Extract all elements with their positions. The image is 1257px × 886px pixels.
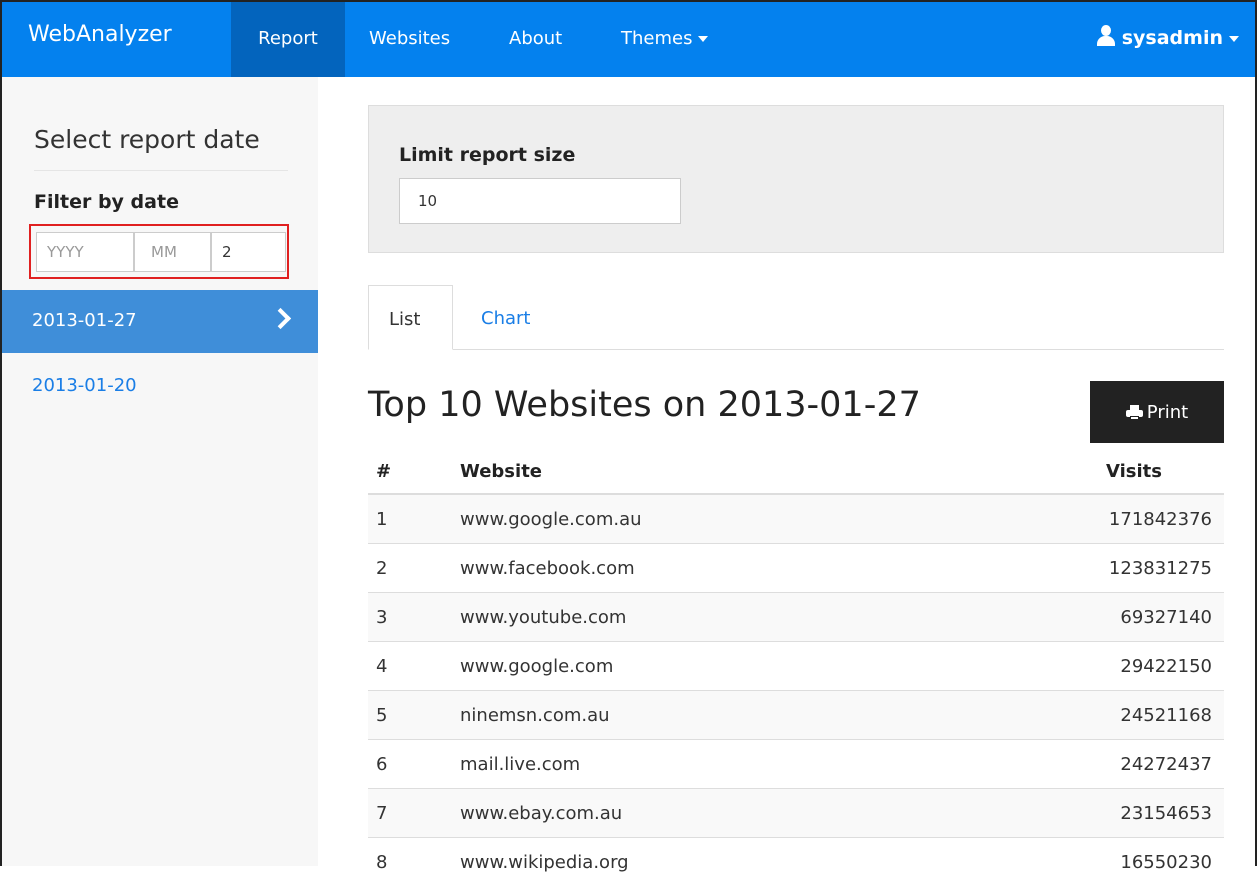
navbar: WebAnalyzer Report Websites About Themes… — [0, 0, 1257, 77]
row-number: 8 — [368, 838, 460, 886]
table-row: 2www.facebook.com123831275 — [368, 544, 1224, 593]
tab-list[interactable]: List — [368, 285, 453, 350]
row-website: www.google.com.au — [460, 494, 1020, 544]
row-number: 7 — [368, 789, 460, 838]
table-header-row: # Website Visits — [368, 449, 1224, 494]
divider — [34, 170, 288, 171]
row-number: 3 — [368, 593, 460, 642]
day-input[interactable] — [211, 232, 286, 272]
caret-down-icon — [1229, 36, 1239, 42]
caret-down-icon — [698, 36, 708, 42]
report-table: # Website Visits 1www.google.com.au17184… — [368, 449, 1224, 886]
row-visits: 123831275 — [1020, 544, 1224, 593]
date-item[interactable]: 2013-01-20 — [32, 375, 137, 396]
row-website: ninemsn.com.au — [460, 691, 1020, 740]
report-title: Top 10 Websites on 2013-01-27 — [368, 385, 921, 425]
row-website: www.ebay.com.au — [460, 789, 1020, 838]
row-visits: 16550230 — [1020, 838, 1224, 886]
row-number: 6 — [368, 740, 460, 789]
date-filter-group — [29, 224, 289, 279]
row-visits: 24272437 — [1020, 740, 1224, 789]
user-name: sysadmin — [1122, 27, 1223, 49]
sidebar: Select report date Filter by date 2013-0… — [2, 77, 318, 866]
table-row: 6mail.live.com24272437 — [368, 740, 1224, 789]
brand-link[interactable]: WebAnalyzer — [28, 22, 172, 47]
column-header-num[interactable]: # — [368, 449, 460, 494]
row-visits: 24521168 — [1020, 691, 1224, 740]
print-label: Print — [1147, 402, 1188, 423]
table-row: 3www.youtube.com69327140 — [368, 593, 1224, 642]
table-row: 5ninemsn.com.au24521168 — [368, 691, 1224, 740]
row-visits: 171842376 — [1020, 494, 1224, 544]
column-header-visits[interactable]: Visits — [1020, 449, 1224, 494]
nav-about[interactable]: About — [509, 0, 562, 77]
row-website: www.wikipedia.org — [460, 838, 1020, 886]
print-button[interactable]: Print — [1090, 381, 1224, 443]
row-visits: 29422150 — [1020, 642, 1224, 691]
date-item-label: 2013-01-27 — [32, 310, 137, 331]
row-number: 5 — [368, 691, 460, 740]
nav-report[interactable]: Report — [231, 0, 345, 77]
table-row: 8www.wikipedia.org16550230 — [368, 838, 1224, 886]
column-header-website[interactable]: Website — [460, 449, 1020, 494]
frame-border-left — [0, 0, 2, 866]
date-item-active[interactable]: 2013-01-27 — [2, 290, 318, 353]
user-menu[interactable]: sysadmin — [1096, 0, 1239, 77]
nav-themes-dropdown[interactable]: Themes — [621, 0, 708, 77]
sidebar-title: Select report date — [34, 125, 260, 154]
row-website: www.youtube.com — [460, 593, 1020, 642]
filter-label: Filter by date — [34, 191, 179, 213]
limit-panel: Limit report size — [368, 105, 1224, 253]
row-website: www.google.com — [460, 642, 1020, 691]
row-number: 1 — [368, 494, 460, 544]
table-row: 4www.google.com29422150 — [368, 642, 1224, 691]
nav-themes-label: Themes — [621, 28, 692, 49]
row-number: 4 — [368, 642, 460, 691]
limit-input[interactable] — [399, 178, 681, 224]
table-row: 7www.ebay.com.au23154653 — [368, 789, 1224, 838]
month-input[interactable] — [134, 232, 211, 272]
user-icon — [1096, 25, 1116, 47]
year-input[interactable] — [36, 232, 134, 272]
frame-border-top — [0, 0, 1257, 2]
limit-label: Limit report size — [399, 144, 575, 166]
view-tabs: List Chart — [368, 285, 1224, 350]
row-visits: 23154653 — [1020, 789, 1224, 838]
row-website: www.facebook.com — [460, 544, 1020, 593]
tab-chart[interactable]: Chart — [461, 285, 550, 349]
nav-websites[interactable]: Websites — [369, 0, 450, 77]
chevron-right-icon — [270, 308, 291, 329]
row-number: 2 — [368, 544, 460, 593]
row-website: mail.live.com — [460, 740, 1020, 789]
printer-icon — [1126, 405, 1143, 420]
table-row: 1www.google.com.au171842376 — [368, 494, 1224, 544]
row-visits: 69327140 — [1020, 593, 1224, 642]
